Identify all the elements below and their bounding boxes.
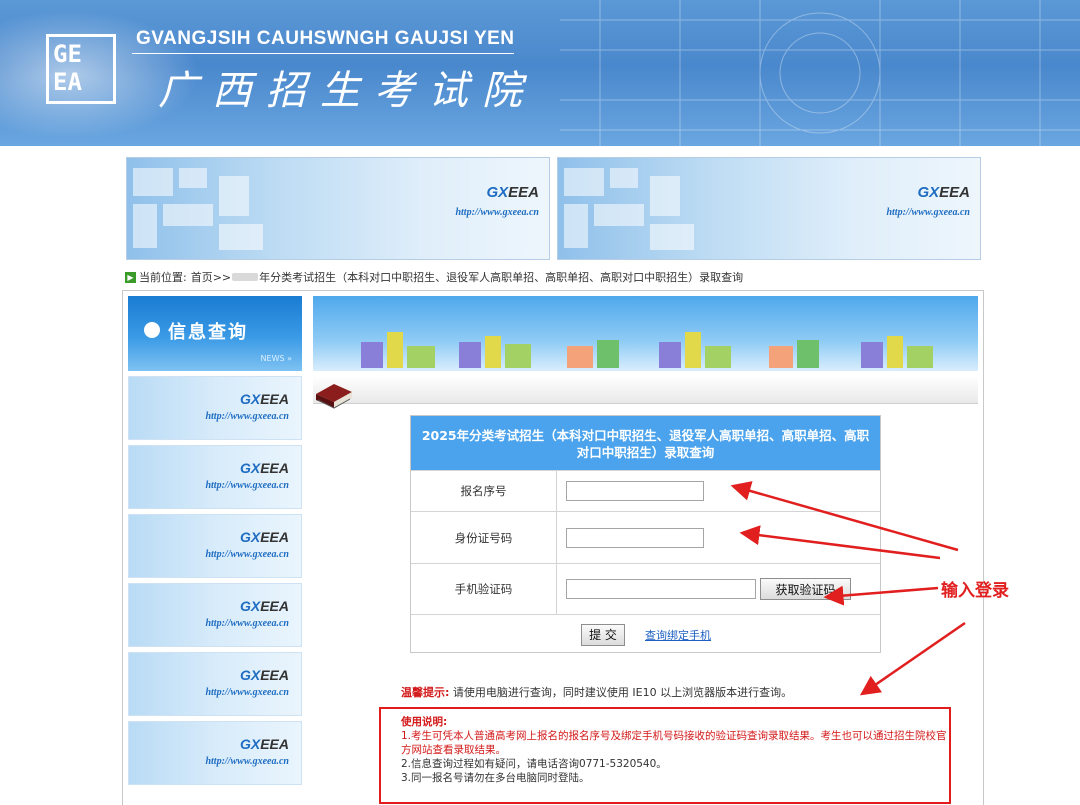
site-header: GE EA GVANGJSIH CAUHSWNGH GAUJSI YEN 广西招… xyxy=(0,0,1080,146)
sidebar-ad-item[interactable]: GXEEA http://www.gxeea.cn xyxy=(128,583,302,647)
tip-text: 请使用电脑进行查询，同时建议使用 IE10 以上浏览器版本进行查询。 xyxy=(452,686,793,699)
get-sms-code-button[interactable]: 获取验证码 xyxy=(760,578,851,600)
banner-blocks-pattern xyxy=(133,168,263,250)
brand-name: GXEEA xyxy=(239,529,289,545)
brand-name: GXEEA xyxy=(917,184,970,201)
id-number-label: 身份证号码 xyxy=(411,512,557,563)
logo-letters-top: GE xyxy=(53,40,82,68)
brand-url: http://www.gxeea.cn xyxy=(205,687,289,698)
breadcrumb-home-link[interactable]: 首页>> xyxy=(191,269,231,285)
sidebar-ad-item[interactable]: GXEEA http://www.gxeea.cn xyxy=(128,376,302,440)
tip-label: 温馨提示: xyxy=(401,686,450,699)
brand-name: GXEEA xyxy=(239,460,289,476)
city-skyline-illustration xyxy=(361,332,933,368)
banner-right[interactable]: GXEEA http://www.gxeea.cn xyxy=(557,157,981,260)
breadcrumb-label: 当前位置: xyxy=(139,271,187,284)
usage-note-3: 3.同一报名号请勿在多台电脑同时登陆。 xyxy=(401,772,590,784)
brand-url: http://www.gxeea.cn xyxy=(455,207,539,218)
banner-left[interactable]: GXEEA http://www.gxeea.cn xyxy=(126,157,550,260)
sidebar-brand: GXEEA http://www.gxeea.cn xyxy=(205,598,289,629)
brand-url: http://www.gxeea.cn xyxy=(205,618,289,629)
id-number-row: 身份证号码 xyxy=(411,511,880,563)
breadcrumb-current: 年分类考试招生（本科对口中职招生、退役军人高职单招、高职单招、高职对口中职招生）… xyxy=(259,271,744,284)
sidebar-ad-item[interactable]: GXEEA http://www.gxeea.cn xyxy=(128,445,302,509)
sidebar-brand: GXEEA http://www.gxeea.cn xyxy=(205,667,289,698)
sidebar-ad-item[interactable]: GXEEA http://www.gxeea.cn xyxy=(128,652,302,716)
usage-notes-box: 使用说明: 1.考生可凭本人普通高考网上报名的报名序号及绑定手机号码接收的验证码… xyxy=(379,707,951,804)
header-pattern xyxy=(560,0,1080,146)
brand-name: GXEEA xyxy=(239,598,289,614)
warm-tip: 温馨提示: 请使用电脑进行查询，同时建议使用 IE10 以上浏览器版本进行查询。 xyxy=(401,684,792,700)
brand-name: GXEEA xyxy=(239,736,289,752)
reg-number-label: 报名序号 xyxy=(411,471,557,511)
sidebar: 信息查询 NEWS » GXEEA http://www.gxeea.cn GX… xyxy=(128,296,304,805)
reg-number-cell xyxy=(557,471,880,511)
brand-name: GXEEA xyxy=(239,667,289,683)
site-title-english: GVANGJSIH CAUHSWNGH GAUJSI YEN xyxy=(136,28,515,49)
sidebar-ad-item[interactable]: GXEEA http://www.gxeea.cn xyxy=(128,514,302,578)
query-form: 2025年分类考试招生（本科对口中职招生、退役军人高职单招、高职单招、高职对口中… xyxy=(410,415,881,653)
brand-url: http://www.gxeea.cn xyxy=(205,480,289,491)
sidebar-title-block: 信息查询 NEWS » xyxy=(128,296,302,371)
reg-number-input[interactable] xyxy=(566,481,704,501)
brand-url: http://www.gxeea.cn xyxy=(886,207,970,218)
site-logo[interactable]: GE EA xyxy=(46,34,116,104)
breadcrumb-redacted xyxy=(232,273,259,281)
sms-code-cell: 获取验证码 xyxy=(557,564,880,614)
usage-note-1: 1.考生可凭本人普通高考网上报名的报名序号及绑定手机号码接收的验证码查询录取结果… xyxy=(401,730,947,756)
sms-code-input[interactable] xyxy=(566,579,756,599)
sidebar-ad-item[interactable]: GXEEA http://www.gxeea.cn xyxy=(128,721,302,785)
submit-button[interactable]: 提 交 xyxy=(581,623,625,646)
usage-note-2: 2.信息查询过程如有疑问，请电话咨询0771-5320540。 xyxy=(401,758,667,770)
sidebar-brand: GXEEA http://www.gxeea.cn xyxy=(205,736,289,767)
brand-name: GXEEA xyxy=(486,184,539,201)
breadcrumb-arrow-icon: ▶ xyxy=(125,271,136,283)
sidebar-brand: GXEEA http://www.gxeea.cn xyxy=(205,529,289,560)
content-subheader-bar xyxy=(313,376,978,404)
sidebar-title: 信息查询 xyxy=(168,322,248,343)
content-city-banner xyxy=(313,296,978,371)
logo-letters-bottom: EA xyxy=(53,68,82,96)
bind-phone-link[interactable]: 查询绑定手机 xyxy=(645,627,711,643)
brand-url: http://www.gxeea.cn xyxy=(205,411,289,422)
site-title-chinese: 广西招生考试院 xyxy=(158,68,536,114)
banner-brand: GXEEA http://www.gxeea.cn xyxy=(455,184,539,218)
logo-filler xyxy=(82,41,109,69)
sms-code-label: 手机验证码 xyxy=(411,564,557,614)
banner-brand: GXEEA http://www.gxeea.cn xyxy=(886,184,970,218)
id-number-input[interactable] xyxy=(566,527,704,548)
query-form-title: 2025年分类考试招生（本科对口中职招生、退役军人高职单招、高职单招、高职对口中… xyxy=(411,416,880,470)
logo-filler-2 xyxy=(82,69,109,97)
id-number-cell xyxy=(557,512,880,563)
book-icon xyxy=(316,384,352,409)
banner-blocks-pattern xyxy=(564,168,694,250)
annotation-label: 输入登录 xyxy=(941,581,1009,601)
submit-row: 提 交 查询绑定手机 xyxy=(411,614,880,654)
brand-url: http://www.gxeea.cn xyxy=(205,549,289,560)
brand-url: http://www.gxeea.cn xyxy=(205,756,289,767)
sidebar-brand: GXEEA http://www.gxeea.cn xyxy=(205,391,289,422)
sidebar-brand: GXEEA http://www.gxeea.cn xyxy=(205,460,289,491)
info-dot-icon xyxy=(144,322,160,338)
sidebar-news-label: NEWS » xyxy=(260,354,292,363)
breadcrumb: ▶ 当前位置: 首页>> 年分类考试招生（本科对口中职招生、退役军人高职单招、高… xyxy=(125,269,743,285)
usage-notes-title: 使用说明: xyxy=(401,716,448,728)
reg-number-row: 报名序号 xyxy=(411,470,880,511)
brand-name: GXEEA xyxy=(239,391,289,407)
sms-code-row: 手机验证码 获取验证码 xyxy=(411,563,880,614)
header-divider xyxy=(132,53,514,54)
